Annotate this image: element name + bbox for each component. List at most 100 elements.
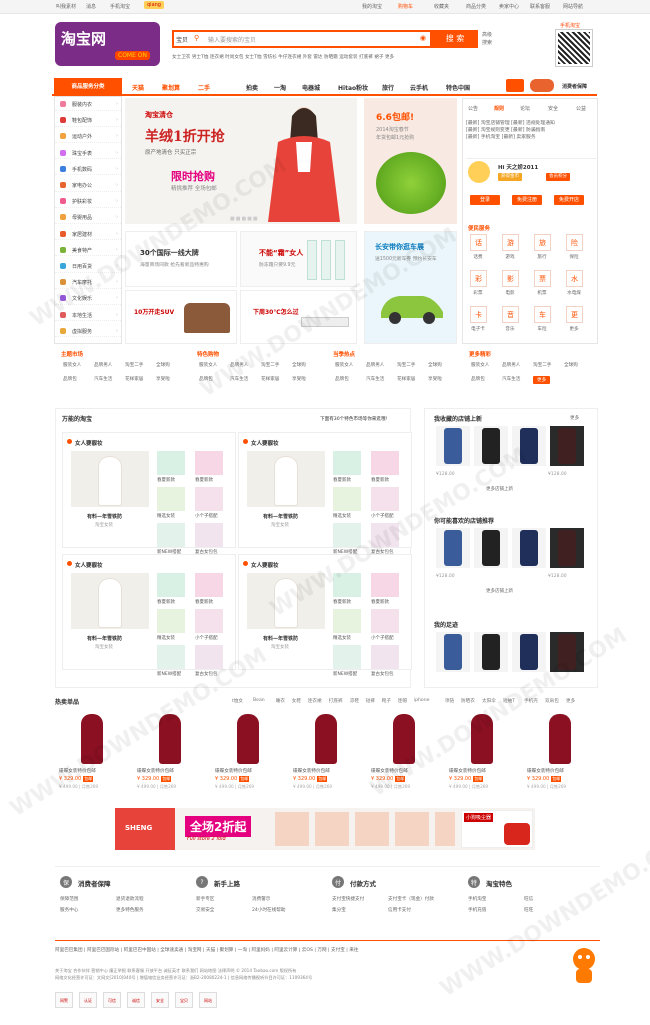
store-more-link[interactable]: 更多店铺上新 [486, 588, 513, 594]
category-link[interactable]: 汽车生活 [366, 376, 384, 382]
service-label[interactable]: 话费 [466, 254, 490, 260]
banner-pager[interactable]: ■■■■■ [230, 216, 259, 222]
card-thumb-label[interactable]: 小个子搭配 [371, 635, 394, 641]
camera-icon[interactable]: ◉ [420, 34, 426, 42]
hot-filter[interactable]: 凉鞋 [350, 698, 359, 704]
card-title[interactable]: 有料—年雪铁防 [263, 513, 298, 520]
tab-rules[interactable]: 规则 [494, 105, 504, 112]
subbanner-brands[interactable]: 30个国际一线大牌 海量商场同款 抢先看新品特惠购 [125, 231, 237, 287]
hot-filter[interactable]: 防晒衣 [461, 698, 475, 704]
card-thumbnail[interactable] [371, 487, 399, 511]
subbanner-summer[interactable]: 下周30℃怎么过 [240, 290, 357, 344]
product-image[interactable] [537, 710, 583, 766]
card-thumbnail[interactable] [195, 487, 223, 511]
sidebar-item[interactable]: 鞋包配饰 › [55, 115, 121, 127]
category-link[interactable]: 品牌包 [63, 376, 77, 382]
news-item[interactable]: [最新] 淘宝规则变更 [最新] 防骗指南 [466, 127, 596, 134]
category-link[interactable]: 服装女人 [63, 362, 81, 368]
service-label[interactable]: 电影 [498, 290, 522, 296]
product-name[interactable]: 碟蝶女装特价包邮 [371, 768, 408, 774]
card-thumb-label[interactable]: 春夏新款 [333, 599, 351, 605]
points-badge[interactable]: 会员积分 [546, 173, 570, 181]
guide-title[interactable]: 付款方式 [350, 878, 376, 888]
sidebar-item[interactable]: 虚拟服务 › [55, 326, 121, 338]
service-label[interactable]: 车险 [530, 326, 554, 332]
nav-consumer-protection[interactable]: 消费者保障 [562, 83, 587, 90]
guide-link[interactable]: 旺信 [524, 896, 533, 902]
category-link[interactable]: 淘宝二手 [397, 362, 415, 368]
service-icon[interactable]: 旅 [534, 234, 551, 251]
service-label[interactable]: 水电煤 [562, 290, 586, 296]
category-link[interactable]: 服装女人 [199, 362, 217, 368]
guide-link[interactable]: 手机充值 [468, 907, 486, 913]
card-thumbnail[interactable] [157, 645, 185, 669]
hot-filter[interactable]: 手机壳 [524, 698, 538, 704]
topbar-site-nav[interactable]: 网站导航 [563, 3, 583, 10]
card-thumb-label[interactable]: 春夏新款 [371, 599, 389, 605]
nav-item-secondhand[interactable]: 二手 [198, 83, 210, 92]
card-thumb-label[interactable]: 春夏新款 [333, 477, 351, 483]
topbar-cart[interactable]: 购物车 [398, 3, 413, 10]
card-main-image[interactable] [71, 451, 149, 507]
product-card[interactable]: 碟蝶女装特价包邮 ¥ 329.00 包邮 ¥ 499.00 | 月售269 [55, 710, 129, 796]
hot-filter[interactable]: 短裤 [366, 698, 375, 704]
sidebar-item[interactable]: 母婴用品 › [55, 212, 121, 224]
service-label[interactable]: 更多 [562, 326, 586, 332]
product-name[interactable]: 碟蝶女装特价包邮 [59, 768, 96, 774]
service-icon[interactable]: 音 [502, 306, 519, 323]
card-title[interactable]: 有料—年雪铁防 [87, 635, 122, 642]
topbar-badge[interactable]: qiang [144, 1, 164, 9]
footer-badge[interactable]: 可信 [103, 992, 121, 1008]
service-label[interactable]: 机票 [530, 290, 554, 296]
guide-link[interactable]: 消费警示 [252, 896, 270, 902]
card-thumbnail[interactable] [157, 523, 185, 547]
subbanner-autoshow[interactable]: 长安带你逛车展 送1500元新车券 预约长安车 [364, 231, 457, 344]
category-link[interactable]: 汽车生活 [230, 376, 248, 382]
tab-notice[interactable]: 公告 [468, 105, 478, 112]
topbar-messages[interactable]: 消息 [86, 3, 96, 10]
category-link[interactable]: 淘宝二手 [125, 362, 143, 368]
guide-title[interactable]: 淘宝特色 [486, 878, 512, 888]
guide-link[interactable]: 保障范围 [60, 896, 78, 902]
category-link[interactable]: 享受啦 [292, 376, 306, 382]
service-icon[interactable]: 车 [534, 306, 551, 323]
card-thumbnail[interactable] [195, 451, 223, 475]
service-icon[interactable]: 卡 [470, 306, 487, 323]
stores-more-link[interactable]: 更多 [570, 415, 579, 421]
hero-banner[interactable]: 淘宝清仓 羊绒1折开抢 原产地清仓 只买正宗 限时抢购 精挑推荐 全场包邮 [125, 98, 357, 224]
category-link[interactable]: 全球购 [156, 362, 170, 368]
card-thumbnail[interactable] [371, 451, 399, 475]
category-link[interactable]: 汽车生活 [94, 376, 112, 382]
category-link[interactable]: 享受啦 [428, 376, 442, 382]
footer-badge[interactable]: 网警 [55, 992, 73, 1008]
card-thumb-label[interactable]: 精选女装 [333, 635, 351, 641]
card-thumbnail[interactable] [371, 645, 399, 669]
hot-filter[interactable]: 连帽 [398, 698, 407, 704]
product-image[interactable] [303, 710, 349, 766]
category-link[interactable]: 品牌男人 [94, 362, 112, 368]
sidebar-item[interactable]: 服装内衣 › [55, 99, 121, 111]
product-name[interactable]: 碟蝶女装特价包邮 [215, 768, 252, 774]
mascot-icon[interactable] [530, 79, 554, 92]
topbar-mobile-taobao[interactable]: 手机淘宝 [110, 3, 130, 10]
nav-item-cloud-phone[interactable]: 云手机 [410, 83, 428, 92]
card-main-image[interactable] [247, 573, 325, 629]
guide-link[interactable]: 交易安全 [196, 907, 214, 913]
topbar-favorites[interactable]: 收藏夹 [434, 3, 449, 10]
category-link[interactable]: 全球购 [292, 362, 306, 368]
card-thumb-label[interactable]: 春夏新款 [157, 477, 175, 483]
guide-link[interactable]: 退货退款流程 [116, 896, 144, 902]
product-name[interactable]: 碟蝶女装特价包邮 [137, 768, 174, 774]
service-icon[interactable]: 游 [502, 234, 519, 251]
card-main-image[interactable] [247, 451, 325, 507]
product-card[interactable]: 碟蝶女装特价包邮 ¥ 329.00 包邮 ¥ 499.00 | 月售269 [289, 710, 363, 796]
hot-filter[interactable]: 连衣裙 [308, 698, 322, 704]
footer-badge[interactable]: 宝贝 [175, 992, 193, 1008]
product-image[interactable] [459, 710, 505, 766]
news-item[interactable]: [最新] 淘宝店铺管理 [最新] 违规处理通知 [466, 120, 596, 127]
hot-filter[interactable]: 靴子 [382, 698, 391, 704]
service-label[interactable]: 彩票 [466, 290, 490, 296]
card-thumbnail[interactable] [157, 451, 185, 475]
hot-filter[interactable]: t恤女 [232, 698, 243, 704]
advanced-search-link[interactable]: 高级 搜索 [482, 31, 492, 47]
